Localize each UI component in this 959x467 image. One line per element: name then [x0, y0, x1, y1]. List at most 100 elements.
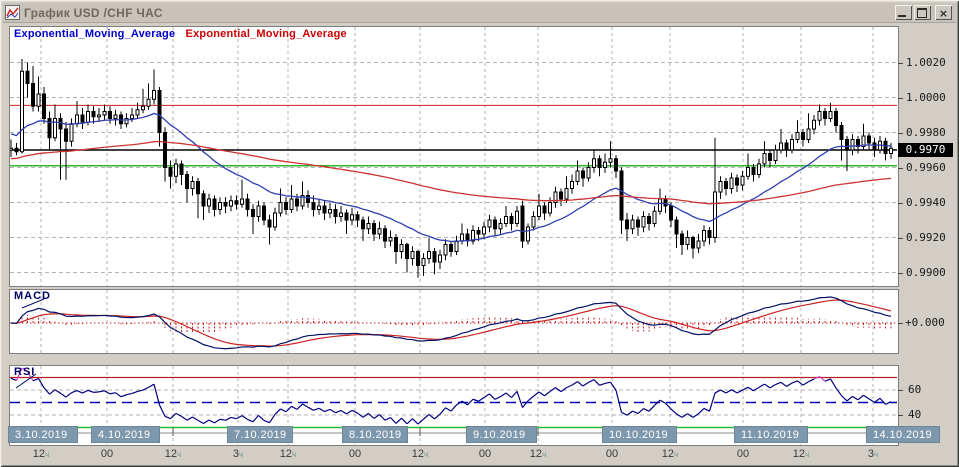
candle-body [806, 128, 811, 140]
candle-body [542, 205, 547, 214]
candle-body [839, 125, 844, 140]
candle-body [157, 90, 162, 133]
rsi-line-segment [390, 417, 397, 424]
candle-body [168, 167, 173, 177]
candle-body [25, 70, 30, 84]
rsi-line-segment [841, 395, 848, 402]
candle-body [372, 223, 376, 235]
minimize-button[interactable] [895, 5, 912, 20]
candle-body [548, 202, 552, 214]
time-axis-label: 3ч [867, 448, 879, 460]
candle-body [102, 111, 107, 116]
candle-body [460, 233, 464, 242]
candle-body [190, 181, 195, 189]
candle-body [531, 216, 536, 228]
candle-body [108, 111, 112, 119]
price-axis-label: 0.9980 [906, 125, 946, 139]
rsi-line-segment [181, 415, 188, 421]
candle-body [284, 202, 288, 210]
rsi-line-segment [76, 390, 83, 394]
candle-body [592, 158, 596, 168]
rsi-line-segment [494, 396, 501, 400]
candle-body [42, 93, 46, 119]
candle-body [361, 219, 365, 230]
candle-body [735, 177, 739, 186]
price-pane[interactable]: Exponential_Moving_Average Exponential_M… [9, 26, 899, 287]
candle-body [581, 170, 585, 179]
rsi-line-segment [593, 379, 600, 386]
candle-body [707, 230, 712, 238]
title-bar[interactable]: График USD /CHF ЧАС × [3, 3, 956, 23]
candle-body [80, 114, 85, 123]
candle-body [845, 139, 849, 151]
rsi-pane[interactable]: RSI [9, 365, 899, 446]
candle-body [652, 210, 657, 224]
rsi-line-segment [401, 417, 408, 425]
candle-body [91, 111, 96, 118]
rsi-line-segment [648, 405, 655, 412]
candle-body [575, 170, 580, 182]
rsi-line-segment [703, 407, 710, 412]
candle-body [740, 175, 745, 186]
rsi-line-segment [780, 381, 787, 387]
time-axis-label: 00 [348, 448, 362, 460]
rsi-line-segment [472, 398, 479, 402]
candle-body [31, 83, 35, 107]
rsi-line-segment [126, 392, 133, 396]
rsi-line-segment [384, 416, 391, 421]
rsi-chart-canvas[interactable] [10, 366, 898, 445]
candle-body [658, 198, 662, 212]
price-axis-label: 1.0020 [906, 55, 946, 69]
candle-body [366, 223, 371, 230]
time-axis-label: 12ч [164, 448, 182, 460]
candle-body [179, 163, 184, 175]
candle-body [867, 135, 871, 144]
rsi-line-segment [302, 403, 309, 408]
time-axis-label: 00 [478, 448, 492, 460]
rsi-line-segment [676, 413, 683, 418]
candle-body [691, 237, 695, 249]
rsi-line-segment [692, 413, 699, 418]
rsi-line-segment [274, 408, 281, 415]
rsi-line-segment [368, 412, 375, 419]
rsi-line-segment [65, 392, 72, 398]
maximize-icon [917, 8, 927, 18]
candle-body [515, 210, 519, 224]
price-chart-canvas[interactable] [10, 27, 898, 286]
rsi-line-segment [753, 386, 760, 392]
candle-body [768, 153, 772, 161]
rsi-line-segment [280, 408, 287, 413]
candle-body [663, 198, 668, 207]
candle-body [625, 219, 629, 230]
candle-body [729, 177, 734, 189]
candle-body [696, 240, 701, 249]
candle-body [355, 214, 360, 221]
hour-suffix: ч [542, 450, 547, 459]
candle-body [399, 244, 404, 252]
chart-window-icon [5, 5, 20, 20]
candle-body [685, 237, 690, 245]
rsi-line-segment [87, 389, 94, 393]
macd-chart-canvas[interactable] [10, 290, 898, 353]
legend-ema-fast: Exponential_Moving_Average [14, 28, 176, 40]
candle-body [603, 161, 607, 168]
rsi-line-segment [808, 378, 815, 383]
candle-body [432, 251, 437, 263]
hour-suffix: ч [177, 450, 182, 459]
candle-body [487, 219, 492, 228]
rsi-line-segment [879, 397, 886, 405]
rsi-line-segment [252, 415, 259, 423]
candle-body [185, 174, 189, 189]
candle-body [97, 114, 101, 118]
close-button[interactable]: × [935, 5, 952, 20]
maximize-button[interactable] [914, 5, 931, 20]
candle-body [702, 230, 706, 242]
candle-body [674, 219, 679, 235]
rsi-line-segment [219, 418, 226, 421]
rsi-line-segment [450, 404, 457, 412]
time-axis-label: 00 [736, 448, 750, 460]
candle-body [58, 118, 63, 130]
macd-pane[interactable]: MACD [9, 289, 899, 354]
candle-body [790, 139, 794, 151]
rsi-line-segment [868, 398, 875, 403]
